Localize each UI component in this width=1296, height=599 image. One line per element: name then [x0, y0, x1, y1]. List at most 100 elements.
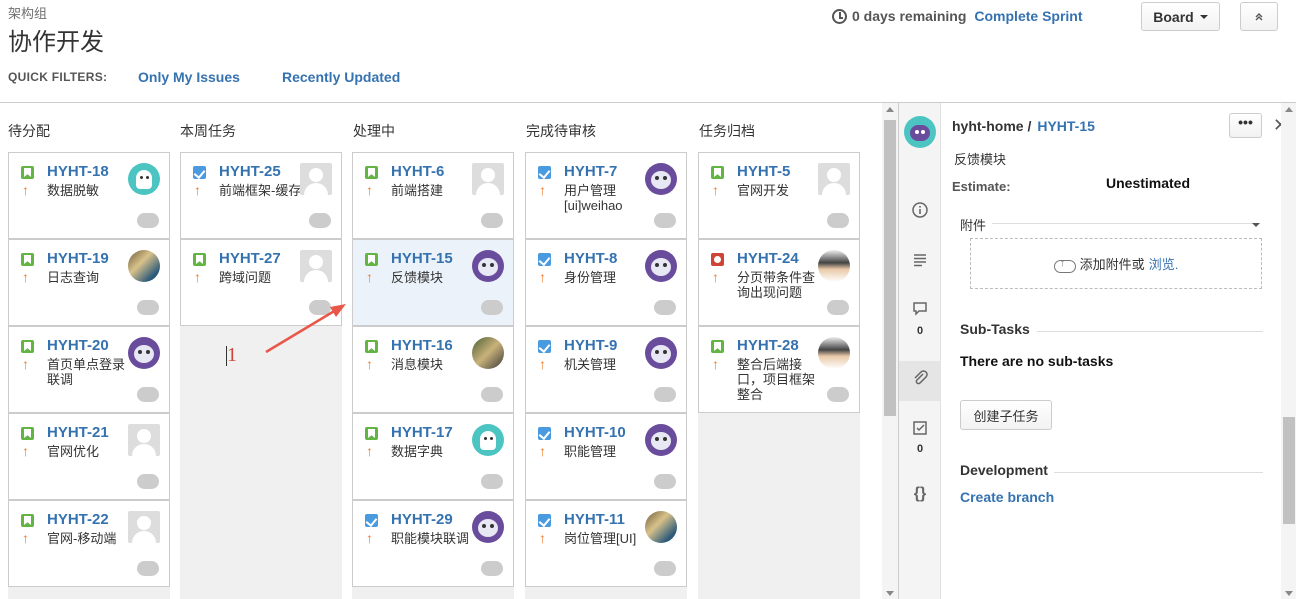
- create-branch-link[interactable]: Create branch: [960, 489, 1054, 505]
- assignee-avatar[interactable]: [645, 424, 677, 456]
- attachments-title: 附件: [960, 218, 987, 233]
- assignee-avatar[interactable]: [645, 163, 677, 195]
- create-subtask-button[interactable]: 创建子任务: [960, 400, 1052, 430]
- assignee-avatar[interactable]: [128, 424, 160, 456]
- issue-card[interactable]: HYHT-20 ↑ 首页单点登录联调: [8, 326, 170, 413]
- scroll-up-arrow[interactable]: [886, 107, 894, 112]
- attachment-icon[interactable]: [910, 369, 930, 389]
- issue-card[interactable]: HYHT-5 ↑ 官网开发: [698, 152, 860, 239]
- issue-card[interactable]: HYHT-24 ↑ 分页带条件查询出现问题: [698, 239, 860, 326]
- assignee-avatar[interactable]: [128, 511, 160, 543]
- detail-scrollbar[interactable]: [1281, 103, 1296, 599]
- issue-card[interactable]: HYHT-19 ↑ 日志查询: [8, 239, 170, 326]
- issue-key[interactable]: HYHT-17: [391, 424, 453, 441]
- issue-card[interactable]: HYHT-7 ↑ 用户管理[ui]weihao: [525, 152, 687, 239]
- issue-card[interactable]: HYHT-25 ↑ 前端框架-缓存: [180, 152, 342, 239]
- issue-key[interactable]: HYHT-10: [564, 424, 626, 441]
- issue-card[interactable]: HYHT-11 ↑ 岗位管理[UI]: [525, 500, 687, 587]
- issue-card[interactable]: HYHT-22 ↑ 官网-移动端: [8, 500, 170, 587]
- issue-card[interactable]: HYHT-8 ↑ 身份管理: [525, 239, 687, 326]
- assignee-avatar[interactable]: [818, 163, 850, 195]
- issue-card[interactable]: HYHT-29 ↑ 职能模块联调: [352, 500, 514, 587]
- assignee-avatar[interactable]: [645, 250, 677, 282]
- issue-card[interactable]: HYHT-18 ↑ 数据脱敏: [8, 152, 170, 239]
- assignee-avatar[interactable]: [645, 511, 677, 543]
- assignee-avatar[interactable]: [818, 250, 850, 282]
- issue-key[interactable]: HYHT-25: [219, 163, 281, 180]
- quick-filter-only-my-issues[interactable]: Only My Issues: [138, 69, 240, 85]
- complete-sprint-link[interactable]: Complete Sprint: [974, 8, 1082, 24]
- attachment-dropzone[interactable]: 添加附件或 浏览.: [970, 238, 1262, 289]
- assignee-avatar[interactable]: [472, 250, 504, 282]
- development-code-icon[interactable]: {}: [910, 485, 930, 505]
- issue-summary-text: 机关管理: [564, 357, 617, 372]
- board-button[interactable]: Board: [1141, 2, 1220, 31]
- issue-key[interactable]: HYHT-11: [564, 511, 625, 528]
- issue-card[interactable]: HYHT-15 ↑ 反馈模块: [352, 239, 514, 326]
- issue-card[interactable]: HYHT-6 ↑ 前端搭建: [352, 152, 514, 239]
- issue-key[interactable]: HYHT-22: [47, 511, 109, 528]
- chevron-down-icon: [1199, 14, 1208, 19]
- scroll-down-arrow[interactable]: [886, 591, 894, 596]
- issue-key[interactable]: HYHT-16: [391, 337, 453, 354]
- issue-summary[interactable]: 反馈模块: [954, 149, 1006, 168]
- issue-key[interactable]: HYHT-15: [391, 250, 453, 267]
- detail-scroll-down-arrow[interactable]: [1285, 591, 1293, 596]
- board-column: HYHT-6 ↑ 前端搭建 HYHT-15 ↑ 反馈模块 HYHT-16 ↑ 消息模块 HYHT-…: [352, 152, 514, 599]
- issue-key[interactable]: HYHT-20: [47, 337, 109, 354]
- board-scrollbar[interactable]: [882, 103, 898, 599]
- assignee-avatar[interactable]: [472, 511, 504, 543]
- breadcrumb-project[interactable]: hyht-home /: [952, 118, 1031, 134]
- assignee-avatar[interactable]: [472, 424, 504, 456]
- assignee-avatar[interactable]: [128, 163, 160, 195]
- more-actions-button[interactable]: •••: [1229, 113, 1262, 138]
- issue-card[interactable]: HYHT-9 ↑ 机关管理: [525, 326, 687, 413]
- issue-card[interactable]: HYHT-28 ↑ 整合后端接口，项目框架整合: [698, 326, 860, 413]
- column-title-this-week: 本周任务: [180, 123, 236, 139]
- task-type-icon: [538, 340, 551, 353]
- story-type-icon: [711, 166, 724, 179]
- issue-key[interactable]: HYHT-29: [391, 511, 453, 528]
- issue-key[interactable]: HYHT-8: [564, 250, 617, 267]
- assignee-avatar[interactable]: [128, 250, 160, 282]
- assignee-avatar[interactable]: [128, 337, 160, 369]
- browse-link[interactable]: 浏览.: [1149, 254, 1179, 273]
- info-icon[interactable]: [910, 201, 930, 221]
- issue-key[interactable]: HYHT-5: [737, 163, 790, 180]
- board-column: HYHT-18 ↑ 数据脱敏 HYHT-19 ↑ 日志查询 HYHT-20 ↑ 首页单点登录联调…: [8, 152, 170, 599]
- story-type-icon: [21, 340, 34, 353]
- breadcrumb-issue-key[interactable]: HYHT-15: [1037, 118, 1095, 134]
- issue-card[interactable]: HYHT-17 ↑ 数据字典: [352, 413, 514, 500]
- issue-card[interactable]: HYHT-16 ↑ 消息模块: [352, 326, 514, 413]
- issue-key[interactable]: HYHT-6: [391, 163, 444, 180]
- assignee-avatar[interactable]: [300, 250, 332, 282]
- attachments-chevron-down-icon[interactable]: [1252, 223, 1260, 227]
- description-icon[interactable]: [910, 251, 930, 271]
- issue-card[interactable]: HYHT-10 ↑ 职能管理: [525, 413, 687, 500]
- checklist-icon[interactable]: [910, 419, 930, 439]
- priority-arrow-up-icon: ↑: [22, 182, 29, 198]
- detail-scroll-up-arrow[interactable]: [1285, 107, 1293, 112]
- assignee-avatar[interactable]: [818, 337, 850, 369]
- issue-key[interactable]: HYHT-7: [564, 163, 617, 180]
- issue-key[interactable]: HYHT-9: [564, 337, 617, 354]
- detail-scroll-thumb[interactable]: [1283, 417, 1295, 524]
- assignee-avatar[interactable]: [472, 163, 504, 195]
- issue-key[interactable]: HYHT-18: [47, 163, 109, 180]
- assignee-avatar[interactable]: [472, 337, 504, 369]
- estimate-value[interactable]: Unestimated: [1106, 175, 1190, 191]
- board-scroll-thumb[interactable]: [884, 120, 896, 416]
- issue-key[interactable]: HYHT-24: [737, 250, 799, 267]
- issue-key[interactable]: HYHT-19: [47, 250, 109, 267]
- quick-filter-recently-updated[interactable]: Recently Updated: [282, 69, 400, 85]
- assignee-avatar[interactable]: [300, 163, 332, 195]
- issue-key[interactable]: HYHT-27: [219, 250, 281, 267]
- assignee-avatar[interactable]: [645, 337, 677, 369]
- issue-card[interactable]: HYHT-21 ↑ 官网优化: [8, 413, 170, 500]
- issue-key[interactable]: HYHT-21: [47, 424, 109, 441]
- issue-summary-text: 前端框架-缓存: [219, 183, 302, 198]
- collapse-header-button[interactable]: [1240, 2, 1278, 31]
- issue-key[interactable]: HYHT-28: [737, 337, 799, 354]
- subtasks-title: Sub-Tasks: [960, 321, 1030, 337]
- comment-icon[interactable]: [910, 299, 930, 319]
